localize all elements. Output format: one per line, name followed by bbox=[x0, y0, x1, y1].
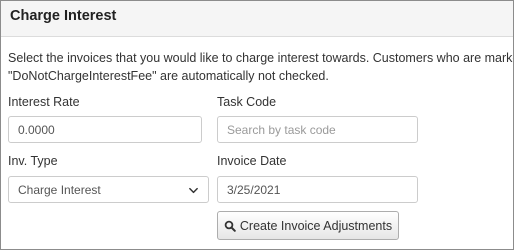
panel-header: Charge Interest bbox=[1, 1, 513, 37]
instructions-text: Select the invoices that you would like … bbox=[8, 49, 513, 85]
create-invoice-adjustments-button[interactable]: Create Invoice Adjustments bbox=[217, 211, 399, 240]
chevron-down-icon bbox=[189, 187, 198, 194]
instructions-line-1: Select the invoices that you would like … bbox=[8, 51, 513, 65]
inv-type-select[interactable]: Charge Interest bbox=[8, 176, 209, 203]
task-code-input[interactable]: Search by task code bbox=[217, 116, 418, 143]
inv-type-label: Inv. Type bbox=[8, 154, 58, 168]
inv-type-selected-value: Charge Interest bbox=[18, 182, 101, 197]
invoice-date-label: Invoice Date bbox=[217, 154, 287, 168]
instructions-line-2: "DoNotChargeInterestFee" are automatical… bbox=[8, 69, 329, 83]
panel-title: Charge Interest bbox=[10, 8, 117, 24]
charge-interest-panel: Charge Interest Select the invoices that… bbox=[0, 0, 514, 250]
invoice-date-input[interactable]: 3/25/2021 bbox=[217, 176, 418, 203]
task-code-label: Task Code bbox=[217, 95, 277, 109]
interest-rate-input[interactable]: 0.0000 bbox=[8, 116, 202, 143]
search-icon bbox=[224, 220, 236, 232]
create-button-label: Create Invoice Adjustments bbox=[239, 218, 393, 233]
interest-rate-label: Interest Rate bbox=[8, 95, 80, 109]
